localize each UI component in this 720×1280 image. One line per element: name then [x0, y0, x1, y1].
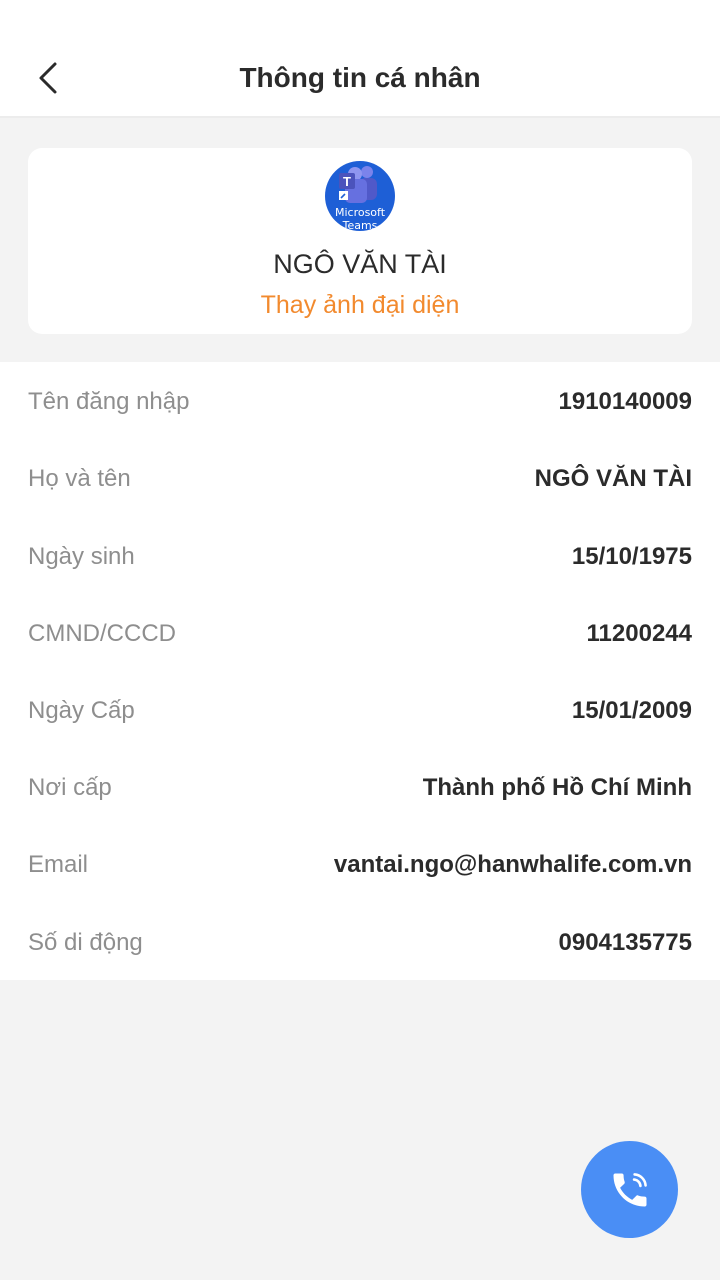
- info-label: Ngày Cấp: [28, 696, 135, 724]
- info-label: Nơi cấp: [28, 773, 112, 801]
- info-label: Ngày sinh: [28, 542, 135, 570]
- info-label: CMND/CCCD: [28, 619, 176, 647]
- info-value: Thành phố Hồ Chí Minh: [422, 773, 692, 801]
- info-value: 0904135775: [558, 928, 692, 956]
- info-value: 15/10/1975: [571, 542, 692, 570]
- info-label: Họ và tên: [28, 464, 131, 492]
- change-avatar-link[interactable]: Thay ảnh đại diện: [28, 288, 692, 322]
- info-label: Số di động: [28, 928, 143, 956]
- info-value: vantai.ngo@hanwhalife.com.vn: [333, 850, 692, 878]
- avatar-caption-line2: Teams: [342, 219, 378, 231]
- info-row-birthdate: Ngày sinh 15/10/1975: [28, 518, 692, 595]
- info-value: 11200244: [586, 619, 692, 647]
- profile-name: NGÔ VĂN TÀI: [273, 249, 447, 279]
- info-row-username: Tên đăng nhập 1910140009: [28, 363, 692, 440]
- info-list: Tên đăng nhập 1910140009 Họ và tên NGÔ V…: [0, 362, 720, 980]
- phone-call-icon: [613, 1172, 647, 1206]
- info-row-phone: Số di động 0904135775: [28, 904, 692, 981]
- info-value: NGÔ VĂN TÀI: [534, 464, 692, 492]
- info-row-email: Email vantai.ngo@hanwhalife.com.vn: [28, 826, 692, 903]
- avatar-caption: Microsoft Teams: [325, 206, 395, 231]
- info-label: Tên đăng nhập: [28, 387, 190, 415]
- header-bar: Thông tin cá nhân: [0, 0, 720, 118]
- info-row-issue-place: Nơi cấp Thành phố Hồ Chí Minh: [28, 749, 692, 826]
- info-value: 1910140009: [558, 387, 692, 415]
- svg-text:T: T: [343, 174, 351, 189]
- profile-card: T Microsoft Teams NGÔ VĂN TÀI Thay ảnh đ…: [28, 148, 692, 334]
- info-label: Email: [28, 850, 89, 878]
- page-title: Thông tin cá nhân: [239, 62, 481, 93]
- avatar[interactable]: T Microsoft Teams: [325, 161, 395, 231]
- call-fab-button[interactable]: [581, 1141, 678, 1238]
- info-row-fullname: Họ và tên NGÔ VĂN TÀI: [28, 440, 692, 517]
- info-value: 15/01/2009: [571, 696, 692, 724]
- avatar-caption-line1: Microsoft: [334, 206, 386, 219]
- info-row-issue-date: Ngày Cấp 15/01/2009: [28, 672, 692, 749]
- info-row-id-number: CMND/CCCD 11200244: [28, 595, 692, 672]
